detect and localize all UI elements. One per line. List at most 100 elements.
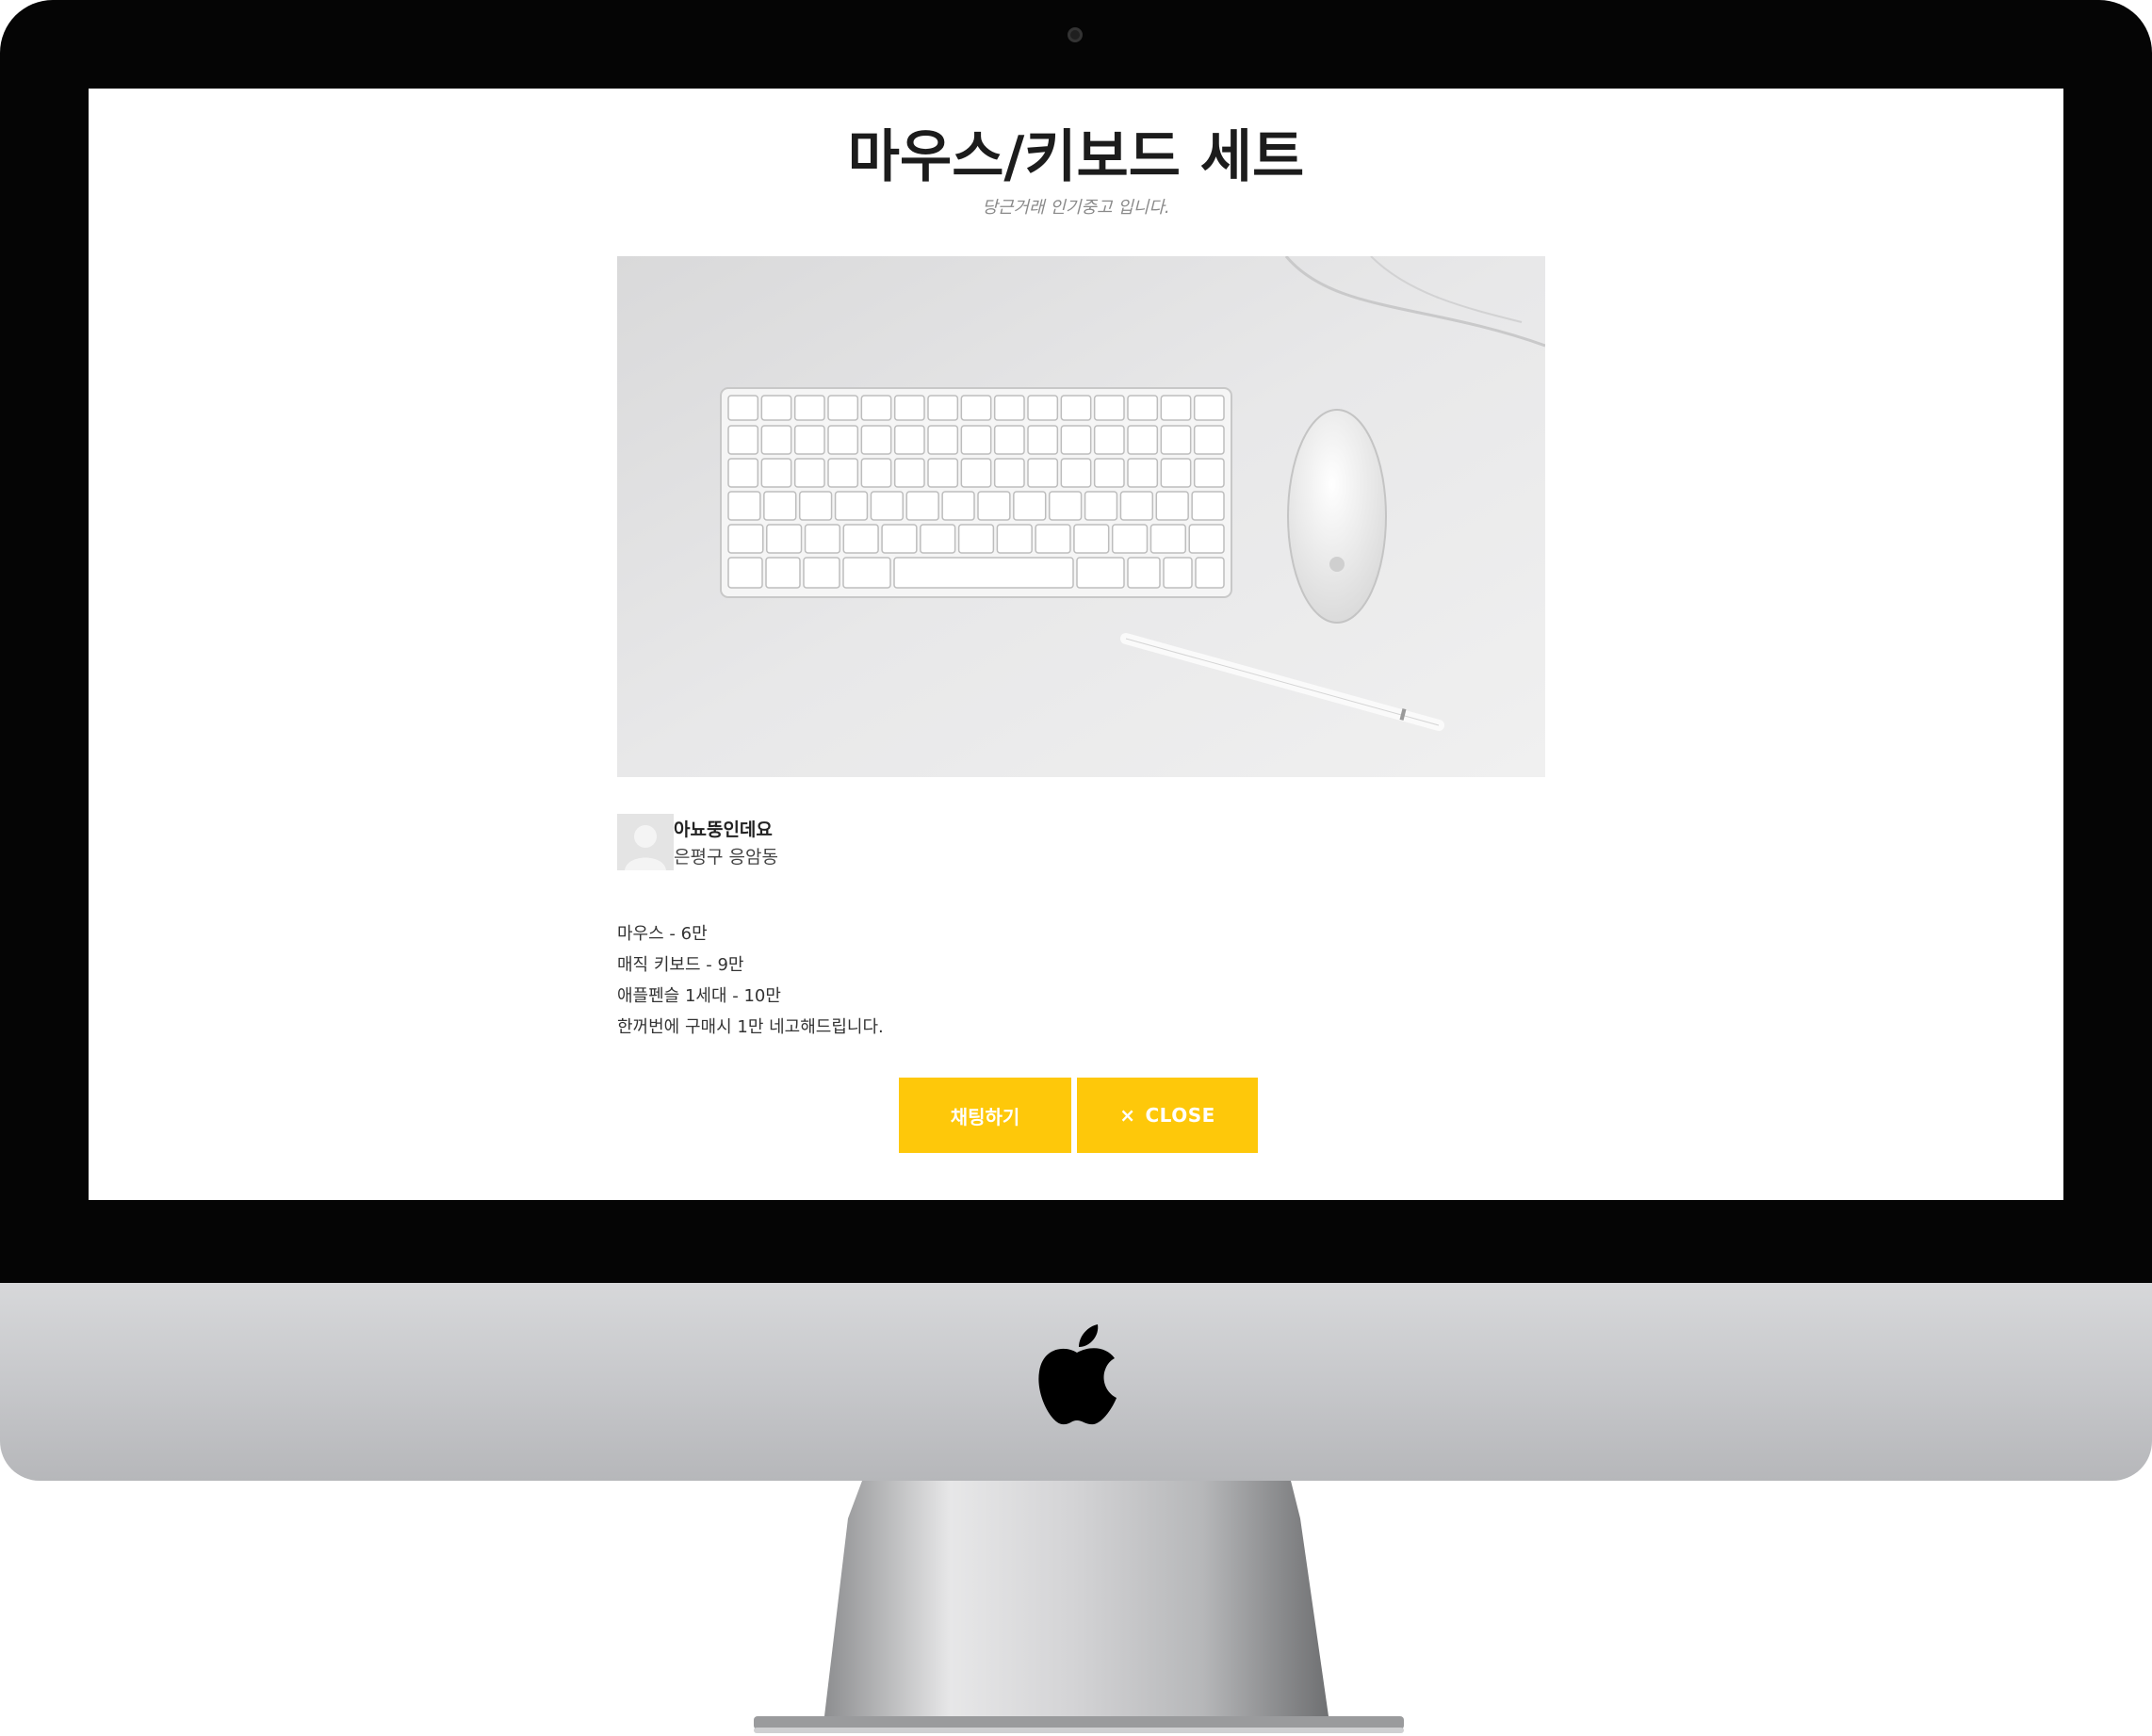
close-button-label: CLOSE xyxy=(1145,1104,1215,1127)
keyboard-key xyxy=(996,524,1033,554)
description-line: 매직 키보드 - 9만 xyxy=(617,955,744,975)
keyboard-key xyxy=(1084,491,1118,521)
keyboard-key xyxy=(760,425,792,455)
keyboard-key xyxy=(766,524,803,554)
keyboard-key xyxy=(860,425,892,455)
keyboard-key xyxy=(1127,557,1161,589)
keyboard-key xyxy=(1035,524,1071,554)
keyboard-key xyxy=(927,425,959,455)
mouse-body xyxy=(1287,409,1387,624)
keyboard-key xyxy=(793,458,825,488)
keyboard-key xyxy=(993,425,1025,455)
keyboard-key xyxy=(727,395,759,421)
keyboard-key xyxy=(804,524,841,554)
keyboard-key xyxy=(834,491,869,521)
keyboard-key xyxy=(827,425,859,455)
product-photo xyxy=(617,256,1545,777)
keyboard-key xyxy=(803,557,840,589)
keyboard-key xyxy=(1191,491,1225,521)
user-avatar-icon xyxy=(617,814,674,870)
keyboard-key xyxy=(793,425,825,455)
keyboard-key xyxy=(827,395,859,421)
keyboard-key xyxy=(881,524,918,554)
product-description: 마우스 - 6만 매직 키보드 - 9만 애플펜슬 1세대 - 10만 한꺼번에… xyxy=(617,918,884,1043)
keyboard-key xyxy=(957,524,995,554)
keyboard-key xyxy=(1111,524,1149,554)
keyboard-key xyxy=(1127,425,1159,455)
keyboard-key xyxy=(727,458,759,488)
keyboard-key xyxy=(1060,425,1092,455)
product-detail-modal: 마우스/키보드 세트 당근거래 인기중고 입니다. 아뇨뚱인데요 은평구 응암동… xyxy=(89,89,2063,1200)
keyboard-key xyxy=(798,491,833,521)
keyboard-key xyxy=(905,491,939,521)
keyboard-key xyxy=(1127,395,1159,421)
keyboard-key xyxy=(920,524,956,554)
monitor-bezel: 마우스/키보드 세트 당근거래 인기중고 입니다. 아뇨뚱인데요 은평구 응암동… xyxy=(0,0,2152,1283)
keyboard-key xyxy=(1093,425,1125,455)
keyboard-key xyxy=(1076,557,1125,589)
keyboard-key xyxy=(993,458,1025,488)
keyboard-key xyxy=(870,491,905,521)
keyboard-key xyxy=(977,491,1011,521)
keyboard-key xyxy=(727,557,763,589)
description-line: 마우스 - 6만 xyxy=(617,924,708,944)
keyboard-key xyxy=(793,395,825,421)
keyboard-key xyxy=(1060,458,1092,488)
keyboard-key xyxy=(1027,458,1059,488)
close-button[interactable]: × CLOSE xyxy=(1077,1078,1258,1153)
keyboard-key xyxy=(1119,491,1154,521)
keyboard-key xyxy=(1060,395,1092,421)
keyboard-key xyxy=(1093,458,1125,488)
keyboard-key xyxy=(1160,458,1192,488)
keyboard-key xyxy=(1027,395,1059,421)
keyboard-key xyxy=(1163,557,1193,589)
keyboard-key xyxy=(1155,491,1189,521)
apple-logo-icon xyxy=(1038,1324,1117,1425)
keyboard-key xyxy=(760,458,792,488)
keyboard-key xyxy=(893,557,1074,589)
keyboard-key xyxy=(941,491,975,521)
product-title: 마우스/키보드 세트 xyxy=(847,124,1305,190)
keyboard-key xyxy=(765,557,801,589)
keyboard-key xyxy=(1193,458,1225,488)
keyboard-key xyxy=(960,395,992,421)
keyboard-key xyxy=(727,425,759,455)
keyboard-key xyxy=(860,458,892,488)
description-line: 애플펜슬 1세대 - 10만 xyxy=(617,986,781,1006)
keyboard-key xyxy=(893,458,925,488)
chat-button[interactable]: 채팅하기 xyxy=(899,1078,1071,1153)
keyboard-key xyxy=(1073,524,1110,554)
seller-location: 은평구 응암동 xyxy=(674,847,778,868)
keyboard-key xyxy=(842,557,891,589)
keyboard-key xyxy=(1160,395,1192,421)
keyboard-key xyxy=(893,425,925,455)
chat-button-label: 채팅하기 xyxy=(950,1105,1020,1128)
keyboard-key xyxy=(1193,425,1225,455)
keyboard-key xyxy=(1048,491,1083,521)
keyboard-key xyxy=(1193,395,1225,421)
keyboard-key xyxy=(1127,458,1159,488)
keyboard-key xyxy=(1149,524,1186,554)
keyboard-key xyxy=(760,395,792,421)
keyboard-key xyxy=(1160,425,1192,455)
keyboard-key xyxy=(1027,425,1059,455)
keyboard-key xyxy=(927,395,959,421)
keyboard-key xyxy=(842,524,879,554)
keyboard-key xyxy=(927,458,959,488)
keyboard-key xyxy=(893,395,925,421)
webcam-icon xyxy=(1068,27,1083,42)
keyboard-key xyxy=(960,458,992,488)
keyboard-key xyxy=(1013,491,1047,521)
keyboard-key xyxy=(727,491,761,521)
keyboard-key xyxy=(727,524,764,554)
keyboard-key xyxy=(960,425,992,455)
close-icon: × xyxy=(1119,1104,1136,1127)
seller-name[interactable]: 아뇨뚱인데요 xyxy=(674,816,773,841)
keyboard-key xyxy=(993,395,1025,421)
product-subtitle: 당근거래 인기중고 입니다. xyxy=(982,198,1170,218)
keyboard-key xyxy=(1195,557,1225,589)
keyboard-key xyxy=(827,458,859,488)
monitor-stand xyxy=(754,1481,1404,1733)
keyboard-key xyxy=(1093,395,1125,421)
keyboard-key xyxy=(1188,524,1225,554)
